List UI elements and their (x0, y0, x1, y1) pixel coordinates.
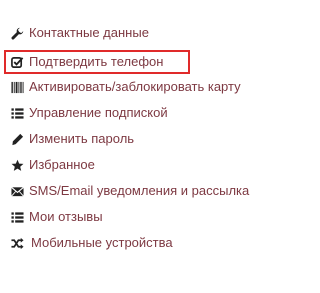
menu-item-contact-details[interactable]: Контактные данные (10, 23, 149, 43)
list-icon (10, 210, 24, 224)
menu-item-label: Мои отзывы (29, 209, 103, 224)
menu-item-activate-card[interactable]: Активировать/заблокировать карту (10, 77, 241, 97)
random-icon (10, 236, 24, 250)
account-menu: Контактные данные Подтвердить телефон Ак… (0, 0, 287, 293)
menu-item-my-reviews[interactable]: Мои отзывы (10, 207, 103, 227)
menu-item-label: Активировать/заблокировать карту (29, 79, 241, 94)
barcode-icon (10, 80, 24, 94)
wrench-icon (10, 26, 24, 40)
list-icon (10, 106, 24, 120)
menu-item-mobile-devices[interactable]: Мобильные устройства (10, 233, 173, 253)
envelope-icon (10, 184, 24, 198)
menu-item-change-password[interactable]: Изменить пароль (10, 129, 134, 149)
menu-item-label: Контактные данные (29, 25, 149, 40)
menu-item-notifications[interactable]: SMS/Email уведомления и рассылка (10, 181, 249, 201)
menu-item-confirm-phone[interactable]: Подтвердить телефон (4, 50, 190, 74)
check-square-icon (10, 55, 24, 69)
menu-item-label: SMS/Email уведомления и рассылка (29, 183, 250, 198)
star-icon (10, 158, 24, 172)
menu-item-label: Управление подпиской (29, 105, 168, 120)
menu-item-favorites[interactable]: Избранное (10, 155, 95, 175)
menu-item-label: Мобильные устройства (31, 235, 173, 250)
pencil-icon (10, 132, 24, 146)
menu-item-subscription[interactable]: Управление подпиской (10, 103, 168, 123)
menu-item-label: Подтвердить телефон (29, 54, 164, 69)
menu-item-label: Изменить пароль (29, 131, 135, 146)
menu-item-label: Избранное (29, 157, 95, 172)
